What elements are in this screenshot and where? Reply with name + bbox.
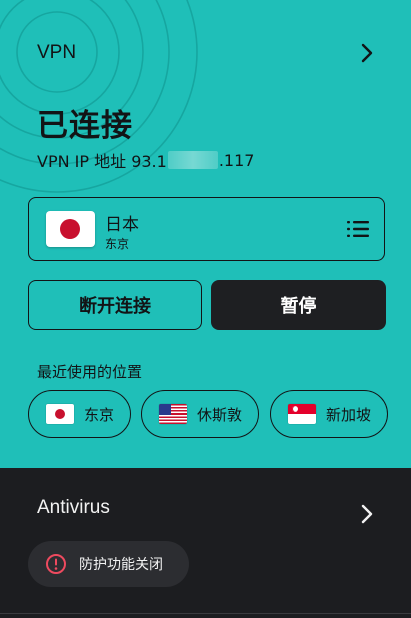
location-list-icon[interactable] <box>347 220 369 238</box>
connection-status-title: 已连接 <box>37 108 133 144</box>
vpn-panel: VPN 已连接 VPN IP 地址 93.1 .117 日本 东京 断开连接 暂… <box>0 0 411 468</box>
ip-address-prefix: VPN IP 地址 93.1 <box>37 152 167 171</box>
recent-location-tokyo[interactable]: 东京 <box>28 390 131 438</box>
singapore-flag-icon <box>288 404 316 424</box>
antivirus-panel[interactable]: Antivirus 防护功能关闭 <box>0 468 411 618</box>
disconnect-button[interactable]: 断开连接 <box>28 280 202 330</box>
japan-flag-icon <box>46 211 95 247</box>
recent-location-label: 新加坡 <box>326 405 372 424</box>
usa-flag-icon <box>159 404 187 424</box>
recent-location-label: 东京 <box>84 405 115 424</box>
recent-location-singapore[interactable]: 新加坡 <box>270 390 388 438</box>
japan-flag-icon <box>46 404 74 424</box>
ip-address-suffix: .117 <box>218 150 255 170</box>
recent-locations-label: 最近使用的位置 <box>37 363 143 381</box>
vpn-details-chevron-icon[interactable] <box>352 38 382 68</box>
protection-status-badge[interactable]: 防护功能关闭 <box>28 541 189 587</box>
pause-button[interactable]: 暂停 <box>211 280 386 330</box>
current-location-card[interactable]: 日本 东京 <box>28 197 385 261</box>
antivirus-title: Antivirus <box>37 497 110 518</box>
vpn-label: VPN <box>37 42 77 63</box>
antivirus-chevron-icon[interactable] <box>353 500 381 528</box>
info-circle-icon <box>46 554 66 574</box>
recent-location-label: 休斯敦 <box>197 405 243 424</box>
protection-status-label: 防护功能关闭 <box>79 557 163 573</box>
vpn-ip-address: VPN IP 地址 93.1 .117 <box>37 148 254 172</box>
ip-address-redaction <box>167 151 218 169</box>
bottom-divider <box>0 613 411 614</box>
current-city-name: 东京 <box>105 237 130 251</box>
recent-location-houston[interactable]: 休斯敦 <box>141 390 259 438</box>
current-country-name: 日本 <box>105 215 139 235</box>
